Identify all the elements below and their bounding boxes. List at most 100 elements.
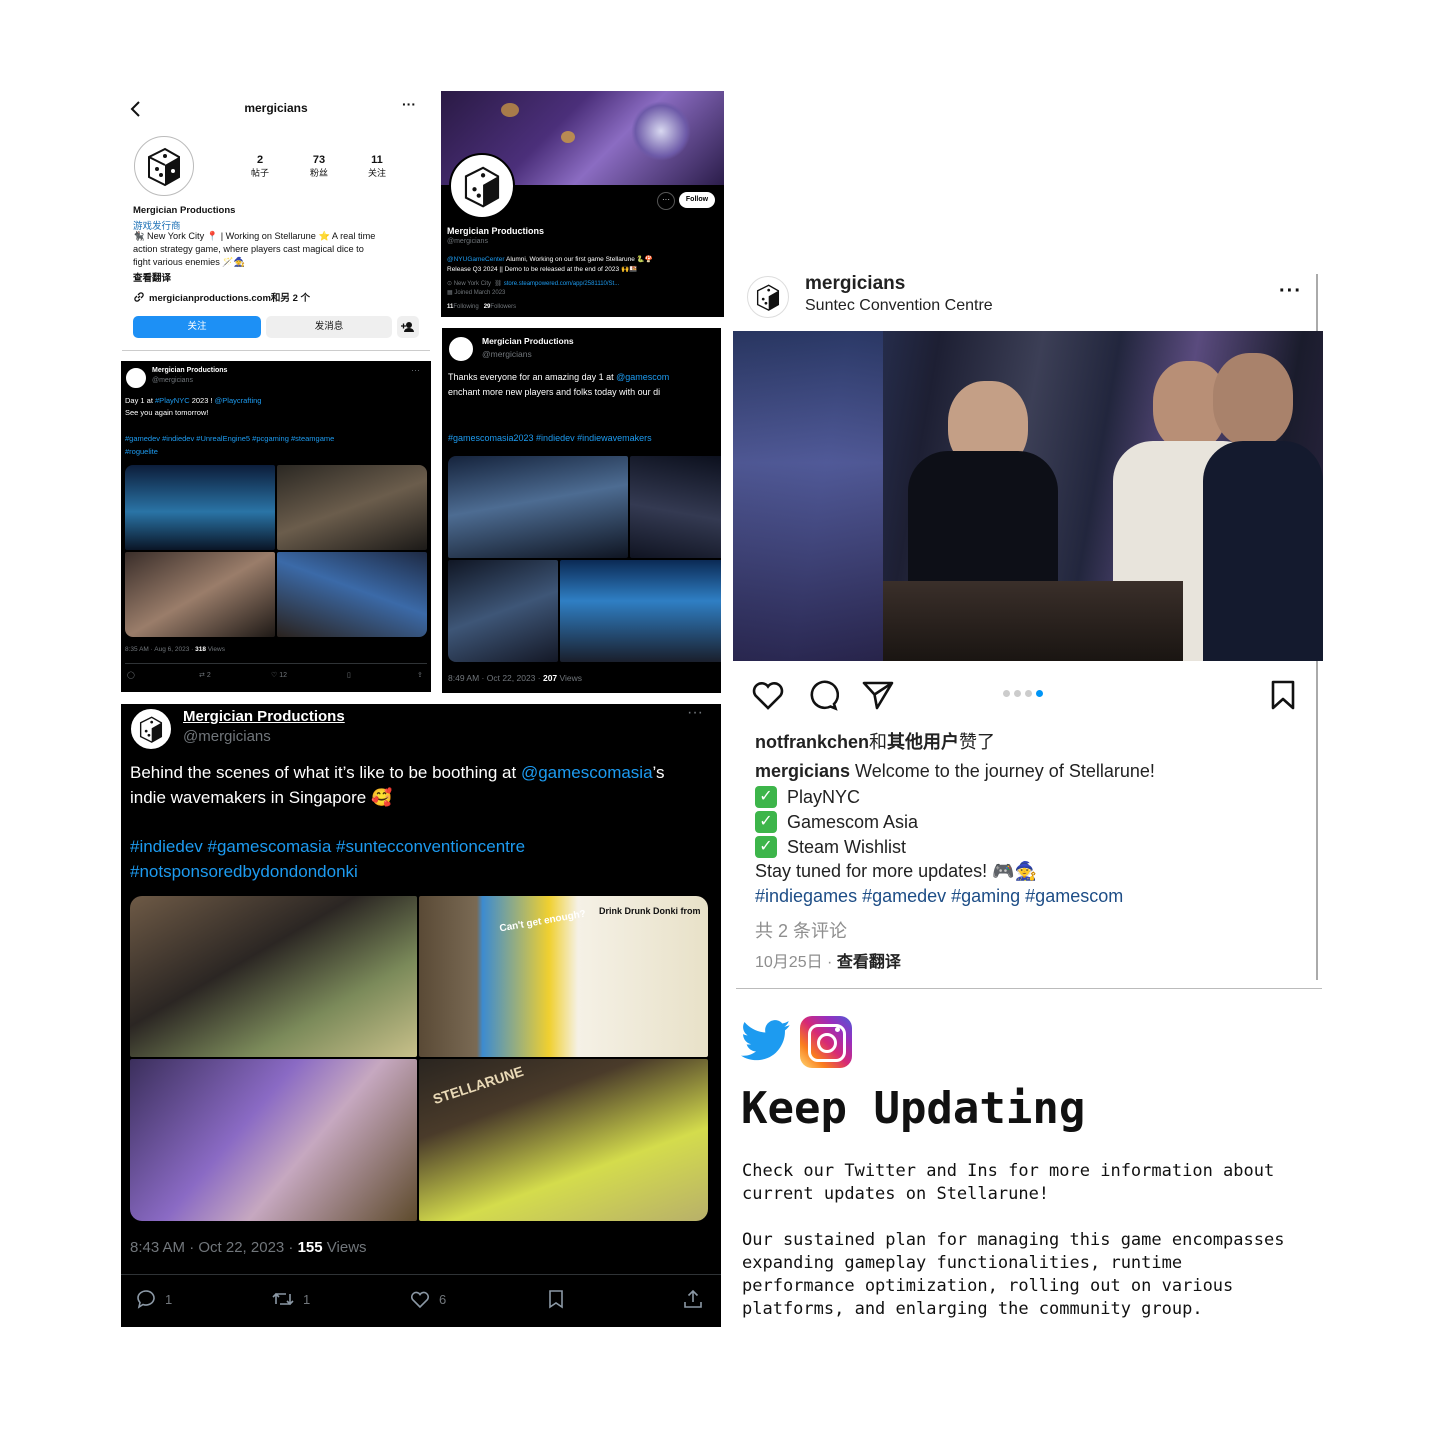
ig-post-username[interactable]: mergicians	[805, 273, 905, 295]
tweet-author-handle: @mergicians	[482, 349, 532, 359]
ig-post-location[interactable]: Suntec Convention Centre	[805, 297, 993, 315]
retweet-button[interactable]: ⇄ 2	[199, 671, 211, 679]
instagram-icon[interactable]	[800, 1016, 852, 1068]
add-person-button[interactable]	[397, 316, 419, 338]
tw-follow-button[interactable]: Follow	[679, 192, 715, 208]
more-icon[interactable]: ···	[411, 365, 420, 375]
save-icon[interactable]	[1269, 679, 1297, 711]
bookmark-icon[interactable]: ▯	[347, 671, 351, 679]
translate-link[interactable]: 查看翻译	[837, 954, 901, 971]
caption-hashtags[interactable]: #indiegames #gamedev #gaming #gamescom	[755, 886, 1123, 907]
carousel-dots[interactable]	[1003, 690, 1043, 697]
ig-profile-link-text: mergicianproductions.com和另 2 个	[149, 293, 310, 304]
media-photo[interactable]	[125, 552, 275, 637]
tweet-behind-the-scenes[interactable]: Mergician Productions @mergicians ··· Be…	[121, 704, 721, 1327]
media-photo[interactable]	[630, 456, 721, 558]
media-photo-donki-signs[interactable]: Can't get enough? Drink Drunk Donki from	[419, 896, 708, 1057]
bookmark-icon[interactable]	[546, 1288, 566, 1310]
ig-profile-translate[interactable]: 查看翻译	[133, 270, 171, 284]
avatar[interactable]	[448, 336, 474, 362]
ig-profile-username: mergicians	[244, 101, 308, 115]
carousel-dot[interactable]	[1014, 690, 1021, 697]
reply-icon[interactable]: ◯	[127, 671, 135, 679]
tw-follow-stats[interactable]: 11Following 29Followers	[447, 304, 516, 310]
tweet-text-2: enchant more new players and folks today…	[448, 387, 660, 397]
more-icon[interactable]: ···	[1279, 280, 1302, 303]
mention[interactable]: @gamescom	[616, 372, 669, 382]
carousel-dot[interactable]	[1025, 690, 1032, 697]
avatar[interactable]	[134, 136, 194, 196]
like-button[interactable]: ♡ 12	[271, 671, 287, 679]
send-icon[interactable]	[861, 679, 895, 711]
avatar[interactable]	[130, 708, 172, 750]
carousel-dot-active[interactable]	[1036, 690, 1043, 697]
retweet-button[interactable]: 1	[271, 1288, 310, 1310]
tweet-gamescom-day1[interactable]: Mergician Productions @mergicians Thanks…	[442, 328, 721, 693]
divider	[736, 988, 1322, 989]
avatar[interactable]	[125, 367, 147, 389]
tw-url[interactable]: store.steampowered.com/app/2581110/St...	[504, 281, 620, 287]
ig-profile-bio-3: fight various enemies 🪄🧙	[133, 257, 246, 267]
media-photo-coins[interactable]	[130, 896, 417, 1057]
liked-user[interactable]: notfrankchen	[755, 732, 869, 752]
heart-icon[interactable]	[751, 679, 785, 711]
media-photo[interactable]	[560, 560, 721, 662]
media-photo[interactable]	[448, 456, 628, 558]
ig-stat-posts[interactable]: 2 帖子	[240, 154, 280, 179]
twitter-icon[interactable]	[741, 1019, 791, 1063]
ig-stat-followers[interactable]: 73 粉丝	[299, 154, 339, 179]
comment-icon[interactable]	[807, 679, 839, 711]
media-photo[interactable]	[448, 560, 558, 662]
ig-post-photo[interactable]	[733, 331, 1323, 661]
mention[interactable]: @gamescomasia	[521, 763, 653, 782]
share-icon[interactable]: ⇪	[417, 671, 423, 679]
ig-stat-following[interactable]: 11 关注	[357, 154, 397, 179]
more-icon[interactable]: ···	[402, 96, 416, 112]
more-icon[interactable]: ···	[657, 192, 675, 210]
follow-button[interactable]: 关注	[133, 316, 261, 338]
avatar[interactable]	[747, 276, 789, 318]
message-button[interactable]: 发消息	[266, 316, 392, 338]
ig-profile-link[interactable]: mergicianproductions.com和另 2 个	[133, 290, 310, 304]
like-count: 6	[439, 1291, 447, 1307]
tweet-hashtags-2[interactable]: #notsponsoredbydondondonki	[130, 862, 358, 882]
media-photo[interactable]	[277, 465, 427, 550]
hashtag[interactable]: #PlayNYC	[155, 396, 190, 405]
view-comments[interactable]: 共 2 条评论	[755, 917, 847, 943]
tweet-media-grid[interactable]: Can't get enough? Drink Drunk Donki from…	[130, 896, 708, 1221]
separator: ·	[822, 954, 837, 971]
calendar-icon: ▦	[447, 290, 453, 296]
carousel-dot[interactable]	[1003, 690, 1010, 697]
more-icon[interactable]: ···	[687, 704, 703, 722]
tweet-hashtags[interactable]: #indiedev #gamescomasia #suntecconventio…	[130, 837, 525, 857]
media-photo[interactable]	[277, 552, 427, 637]
share-icon[interactable]	[682, 1288, 704, 1310]
tweet-hashtags-2[interactable]: #roguelite	[125, 447, 158, 456]
tweet-text-part: Thanks everyone for an amazing day 1 at	[448, 372, 617, 382]
tweet-timestamp[interactable]: 8:35 AM · Aug 6, 2023 ·	[125, 646, 195, 653]
tweet-timestamp[interactable]: 8:49 AM · Oct 22, 2023 ·	[448, 673, 543, 683]
reply-button[interactable]: 1	[135, 1288, 172, 1310]
ig-post-likes[interactable]: notfrankchen和其他用户赞了	[755, 728, 995, 754]
media-photo-food[interactable]	[130, 1059, 417, 1221]
tweet-hashtags[interactable]: #gamedev #indiedev #UnrealEngine5 #pcgam…	[125, 434, 334, 443]
caption-user[interactable]: mergicians	[755, 761, 850, 781]
media-photo-selfie[interactable]: STELLARUNE	[419, 1059, 708, 1221]
tw-bio-mention[interactable]: @NYUGameCenter	[447, 256, 505, 263]
media-photo[interactable]	[125, 465, 275, 550]
mention[interactable]: @Playcrafting	[215, 396, 262, 405]
tweet-timestamp[interactable]: 8:43 AM · Oct 22, 2023 ·	[130, 1239, 298, 1256]
tweet-text-part: ’s	[652, 763, 665, 782]
tweet-text-2: See you again tomorrow!	[125, 408, 209, 417]
like-button[interactable]: 6	[409, 1288, 446, 1310]
tweet-playnyc[interactable]: Mergician Productions @mergicians ··· Da…	[121, 361, 431, 692]
tweet-author-name[interactable]: Mergician Productions	[183, 708, 345, 725]
tweet-hashtags[interactable]: #gamescomasia2023 #indiedev #indiewavema…	[448, 433, 652, 443]
retweet-icon	[272, 1292, 294, 1306]
tweet-media-grid[interactable]	[125, 465, 427, 637]
tweet-media-grid[interactable]	[448, 456, 721, 662]
likes-others[interactable]: 其他用户	[887, 732, 959, 752]
ig-stat-following-value: 11	[371, 154, 383, 166]
avatar[interactable]	[449, 153, 515, 219]
tweet-author-handle: @mergicians	[152, 377, 193, 384]
